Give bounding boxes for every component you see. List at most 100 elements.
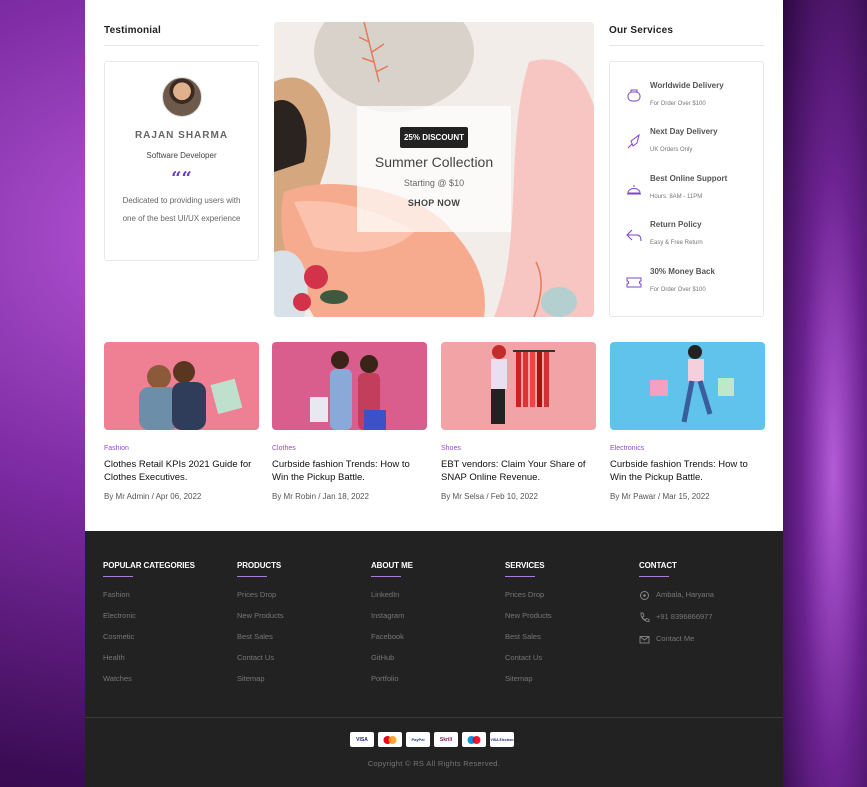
- testimonial-name: RAJAN SHARMA: [134, 130, 229, 141]
- visa-electron-icon: VISA Electron: [490, 732, 514, 747]
- avatar: [161, 77, 202, 117]
- footer-heading: CONTACT: [639, 561, 677, 570]
- location-icon: [640, 591, 649, 600]
- footer-heading-underline: [639, 576, 669, 577]
- testimonial-role: Software Developer: [146, 151, 217, 160]
- page-container: Testimonial RAJAN SHARMA Software Develo…: [85, 0, 783, 787]
- testimonial-text: Dedicated to providing users with one of…: [122, 196, 241, 223]
- post-category[interactable]: Fashion: [104, 445, 259, 452]
- divider: [609, 45, 764, 46]
- footer-link[interactable]: Watches: [103, 674, 195, 695]
- service-item: Return Policy Easy & Free Return: [610, 220, 765, 260]
- ticket-icon: [626, 277, 642, 288]
- footer-link[interactable]: Fashion: [103, 590, 195, 611]
- contact-email[interactable]: Contact Me: [639, 634, 714, 656]
- footer-link[interactable]: Contact Us: [237, 653, 284, 674]
- footer-column-about: ABOUT ME LinkedIn Instagram Facebook Git…: [371, 561, 413, 695]
- summer-collection-banner[interactable]: 25% DISCOUNT Summer Collection Starting …: [274, 22, 594, 317]
- footer-heading-underline: [371, 576, 401, 577]
- footer-link[interactable]: LinkedIn: [371, 590, 413, 611]
- post-title[interactable]: Curbside fashion Trends: How to Win the …: [272, 458, 427, 484]
- footer-heading: PRODUCTS: [237, 561, 282, 570]
- skrill-icon: Skrill: [434, 732, 458, 747]
- payment-methods: VISA PayPal Skrill VISA Electron: [350, 732, 518, 747]
- post-image[interactable]: [441, 342, 596, 430]
- footer-link[interactable]: Best Sales: [237, 632, 284, 653]
- rocket-icon: [627, 133, 640, 149]
- post-photo: [610, 342, 765, 430]
- contact-phone[interactable]: +91 8396866977: [639, 612, 714, 634]
- footer-link[interactable]: Instagram: [371, 611, 413, 632]
- footer-heading: SERVICES: [505, 561, 545, 570]
- footer-link[interactable]: Sitemap: [505, 674, 552, 695]
- maestro-icon: [462, 732, 486, 747]
- post-photo: [104, 342, 259, 430]
- testimonial-card: RAJAN SHARMA Software Developer ““ Dedic…: [104, 61, 259, 261]
- maestro-logo: [467, 735, 481, 744]
- post-title[interactable]: EBT vendors: Claim Your Share of SNAP On…: [441, 458, 596, 484]
- post-title[interactable]: Curbside fashion Trends: How to Win the …: [610, 458, 765, 484]
- blog-post[interactable]: Clothes Curbside fashion Trends: How to …: [272, 342, 427, 501]
- contact-location: Ambala, Haryana: [639, 590, 714, 612]
- contact-email-text[interactable]: Contact Me: [656, 634, 694, 643]
- post-photo: [441, 342, 596, 430]
- footer-link[interactable]: New Products: [505, 611, 552, 632]
- service-item: Best Online Support Hours: 8AM - 11PM: [610, 174, 765, 214]
- post-image[interactable]: [272, 342, 427, 430]
- blog-post[interactable]: Electronics Curbside fashion Trends: How…: [610, 342, 765, 501]
- footer-link[interactable]: Best Sales: [505, 632, 552, 653]
- mail-icon: [639, 636, 650, 644]
- footer-link[interactable]: Contact Us: [505, 653, 552, 674]
- service-subtitle: For Order Over $100: [650, 101, 706, 107]
- footer-link[interactable]: Electronic: [103, 611, 195, 632]
- footer-heading: POPULAR CATEGORIES: [103, 561, 195, 570]
- footer-column-services: SERVICES Prices Drop New Products Best S…: [505, 561, 552, 695]
- service-title: 30% Money Back: [650, 267, 715, 276]
- service-subtitle: Easy & Free Return: [650, 240, 703, 246]
- phone-icon: [640, 612, 650, 622]
- blog-post[interactable]: Fashion Clothes Retail KPIs 2021 Guide f…: [104, 342, 259, 501]
- post-image[interactable]: [610, 342, 765, 430]
- mastercard-logo: [383, 735, 397, 744]
- shop-now-link[interactable]: SHOP NOW: [357, 198, 511, 208]
- footer-divider: [85, 717, 783, 718]
- contact-phone-text[interactable]: +91 8396866977: [656, 612, 713, 621]
- visa-icon: VISA: [350, 732, 374, 747]
- footer-heading: ABOUT ME: [371, 561, 413, 570]
- footer-link[interactable]: Prices Drop: [237, 590, 284, 611]
- return-arrow-icon: [626, 229, 642, 242]
- service-title: Worldwide Delivery: [650, 81, 724, 90]
- service-title: Best Online Support: [650, 174, 728, 183]
- footer-link[interactable]: Cosmetic: [103, 632, 195, 653]
- service-subtitle: For Order Over $100: [650, 287, 706, 293]
- footer-link[interactable]: GitHub: [371, 653, 413, 674]
- truck-icon: [627, 89, 641, 102]
- post-title[interactable]: Clothes Retail KPIs 2021 Guide for Cloth…: [104, 458, 259, 484]
- blog-post[interactable]: Shoes EBT vendors: Claim Your Share of S…: [441, 342, 596, 501]
- post-meta: By Mr Admin / Apr 06, 2022: [104, 492, 202, 501]
- footer-link[interactable]: New Products: [237, 611, 284, 632]
- footer-link[interactable]: Facebook: [371, 632, 413, 653]
- footer-column-categories: POPULAR CATEGORIES Fashion Electronic Co…: [103, 561, 195, 695]
- footer-link[interactable]: Health: [103, 653, 195, 674]
- footer-column-contact: CONTACT Ambala, Haryana +91 8396866977 C…: [639, 561, 714, 656]
- service-item: Next Day Delivery UK Orders Only: [610, 127, 765, 167]
- footer-heading-underline: [505, 576, 535, 577]
- paypal-icon: PayPal: [406, 732, 430, 747]
- services-heading: Our Services: [609, 25, 674, 36]
- background-right: [783, 0, 867, 787]
- post-image[interactable]: [104, 342, 259, 430]
- footer-link[interactable]: Portfolio: [371, 674, 413, 695]
- service-title: Return Policy: [650, 220, 702, 229]
- divider: [104, 45, 259, 46]
- discount-badge: 25% DISCOUNT: [399, 127, 468, 148]
- footer-column-products: PRODUCTS Prices Drop New Products Best S…: [237, 561, 284, 695]
- copyright: Copyright © RS All Rights Reserved.: [367, 759, 501, 768]
- footer-link[interactable]: Prices Drop: [505, 590, 552, 611]
- post-category[interactable]: Electronics: [610, 445, 765, 452]
- post-meta: By Mr Selsa / Feb 10, 2022: [441, 492, 538, 501]
- banner-title: Summer Collection: [374, 154, 494, 170]
- footer-link[interactable]: Sitemap: [237, 674, 284, 695]
- post-category[interactable]: Shoes: [441, 445, 596, 452]
- post-category[interactable]: Clothes: [272, 445, 427, 452]
